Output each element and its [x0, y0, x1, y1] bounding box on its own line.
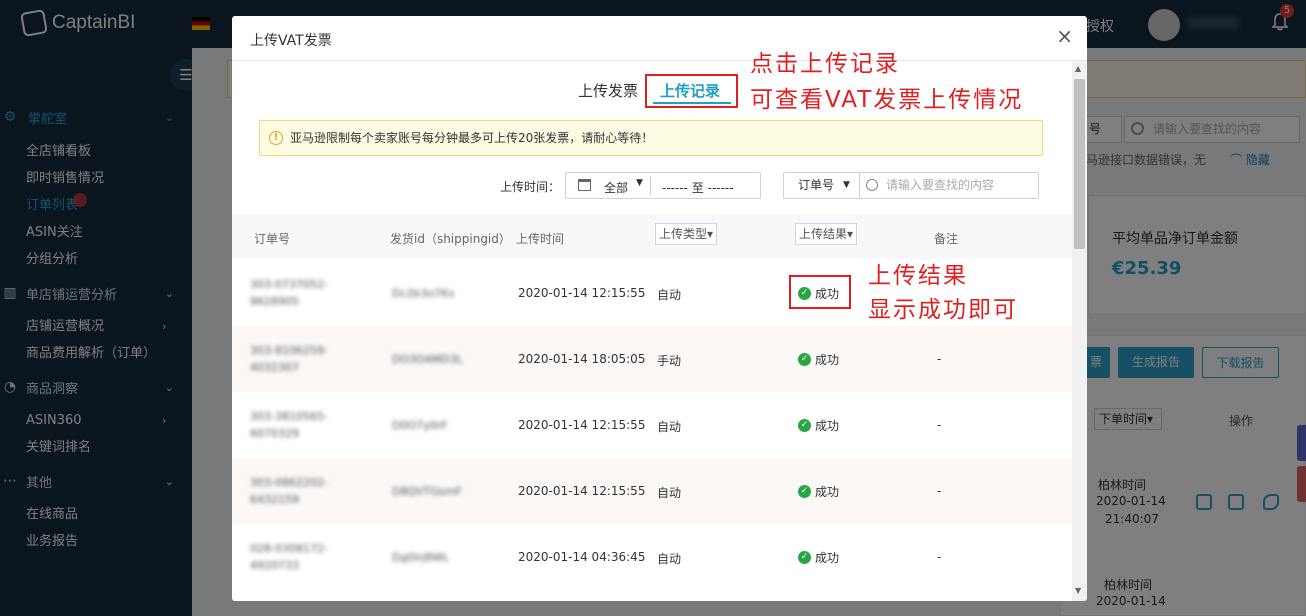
upload-type: 自动 [657, 552, 682, 566]
upload-result: ✓ 成功 [798, 483, 839, 500]
shipping-id: D8QVTGsmF [392, 485, 462, 498]
upload-result-label: 上传结果 [799, 227, 848, 241]
result-text: 成功 [815, 551, 840, 565]
result-text: 成功 [815, 353, 840, 367]
cell-text: 303-3810565- [250, 410, 328, 423]
remark: - [937, 352, 942, 366]
column-upload-time: 上传时间 [516, 232, 565, 246]
upload-result: ✓ 成功 [798, 549, 839, 566]
modal-title: 上传VAT发票 [250, 33, 332, 49]
upload-time: 2020-01-14 12:15:55 [518, 286, 646, 300]
upload-time: 2020-01-14 12:15:55 [518, 418, 646, 432]
upload-type-filter[interactable]: 上传类型▾ [655, 223, 718, 245]
cell-text: 303-0737052- [250, 278, 328, 291]
search-field-label: 订单号 [798, 178, 835, 192]
date-range-picker[interactable]: 全部 ▼ ------ 至 ------ [565, 172, 761, 199]
date-preset-select[interactable]: 全部 [604, 179, 628, 196]
check-circle-icon: ✓ [798, 353, 811, 366]
records-table-header: 订单号 发货id（shippingid） 上传时间 上传类型▾ 上传结果▾ 备注 [232, 215, 1072, 259]
rate-limit-notice: ! 亚马逊限制每个卖家账号每分钟最多可上传20张发票，请耐心等待！ [259, 120, 1043, 156]
column-remark: 备注 [934, 232, 959, 246]
shipping-id: DO3O4MD3L [392, 353, 463, 366]
result-text: 成功 [815, 485, 840, 499]
table-row: 303-3810565- 6070329 D0O7y0rF 2020-01-14 12… [232, 392, 1072, 458]
cell-text: 303-0862202- [250, 476, 328, 489]
upload-result-filter[interactable]: 上传结果▾ [795, 223, 858, 245]
modal-divider [232, 60, 1087, 61]
column-shipping-id: 发货id（shippingid） [390, 232, 511, 246]
upload-type-label: 上传类型 [659, 227, 708, 241]
cell-text: 303-8106259- [250, 344, 328, 357]
remark: - [937, 418, 942, 432]
cell-text: 6432159 [250, 493, 299, 506]
cell-text: 6070329 [250, 427, 299, 440]
search-icon [866, 179, 878, 191]
upload-result: ✓ 成功 [798, 417, 839, 434]
close-icon[interactable]: × [1056, 24, 1073, 48]
caret-down-icon: ▾ [707, 227, 714, 241]
annotation-text: 可查看VAT发票上传情况 [750, 87, 1024, 113]
annotation-highlight-box [645, 74, 738, 108]
calendar-icon [578, 179, 591, 191]
shipping-id: D0O7y0rF [392, 419, 448, 432]
check-circle-icon: ✓ [798, 419, 811, 432]
cell-text: 4920733 [250, 559, 299, 572]
annotation-text: 上传结果 [868, 263, 968, 289]
order-id: 303-8106259- 4032307 [250, 342, 328, 376]
order-id: 303-3810565- 6070329 [250, 408, 328, 442]
search-input[interactable]: 请输入要查找的内容 [860, 172, 1039, 199]
caret-down-icon: ▼ [636, 178, 643, 188]
table-row: 303-0862202- 6432159 D8QVTGsmF 2020-01-14 1… [232, 458, 1072, 524]
search-field-select[interactable]: 订单号 ▼ [783, 172, 860, 199]
upload-result: ✓ 成功 [798, 351, 839, 368]
upload-type: 自动 [657, 486, 682, 500]
caret-down-icon: ▼ [843, 180, 850, 190]
upload-time: 2020-01-14 12:15:55 [518, 484, 646, 498]
upload-type: 自动 [657, 288, 682, 302]
cell-text: 028-0308172- [250, 542, 328, 555]
tab-upload-invoice[interactable]: 上传发票 [578, 80, 638, 101]
scroll-down-icon[interactable]: ▼ [1075, 586, 1081, 595]
check-circle-icon: ✓ [798, 551, 811, 564]
upload-time: 2020-01-14 04:36:45 [518, 550, 646, 564]
check-circle-icon: ✓ [798, 485, 811, 498]
annotation-highlight-box [789, 275, 851, 309]
remark: - [937, 484, 942, 498]
result-text: 成功 [815, 419, 840, 433]
shipping-id: Dc2b3o7Ks [392, 287, 455, 300]
annotation-text: 显示成功即可 [868, 297, 1018, 323]
shipping-id: Dg0lrj8WL [392, 551, 450, 564]
scrollbar-thumb[interactable] [1074, 79, 1085, 249]
upload-time: 2020-01-14 18:05:05 [518, 352, 646, 366]
cell-text: 4032307 [250, 361, 299, 374]
cell-text: 9628905 [250, 295, 299, 308]
caret-down-icon: ▾ [847, 227, 854, 241]
remark: - [937, 550, 942, 564]
table-row: 028-0308172- 4920733 Dg0lrj8WL 2020-01-14 0… [232, 524, 1072, 590]
notice-text: 亚马逊限制每个卖家账号每分钟最多可上传20张发票，请耐心等待！ [290, 131, 654, 145]
date-range-value[interactable]: ------ 至 ------ [662, 179, 734, 196]
order-id: 303-0862202- 6432159 [250, 474, 328, 508]
upload-type: 手动 [657, 354, 682, 368]
annotation-text: 点击上传记录 [750, 51, 900, 77]
table-row: 303-8106259- 4032307 DO3O4MD3L 2020-01-14 1… [232, 326, 1072, 392]
scroll-up-icon[interactable]: ▲ [1075, 64, 1081, 73]
upload-type: 自动 [657, 420, 682, 434]
order-id: 303-0737052- 9628905 [250, 276, 328, 310]
column-order-id: 订单号 [254, 232, 291, 246]
order-id: 028-0308172- 4920733 [250, 540, 328, 574]
divider [650, 177, 651, 195]
info-icon: ! [269, 131, 283, 145]
search-placeholder: 请输入要查找的内容 [886, 178, 995, 192]
upload-time-label: 上传时间： [500, 180, 561, 194]
